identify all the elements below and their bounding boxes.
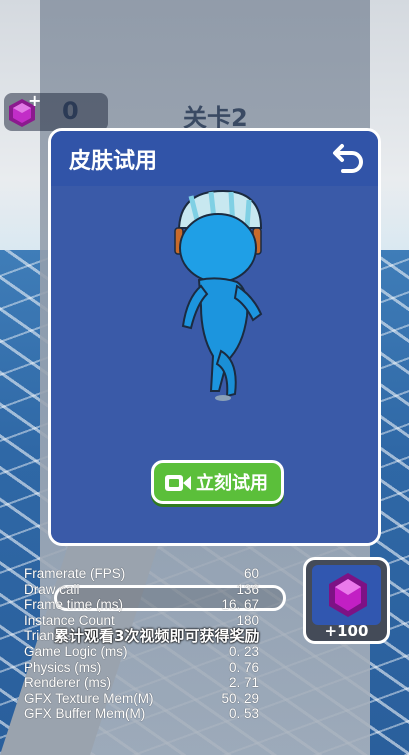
skin-trial-dialog: 皮肤试用 立刻试用 — [48, 128, 381, 546]
back-arrow-icon[interactable] — [332, 139, 368, 175]
video-camera-icon — [165, 475, 191, 491]
stat-row: Game Logic (ms) 0. 23 — [24, 643, 259, 659]
stat-row: Draw call 136 — [24, 581, 259, 597]
try-now-button[interactable]: 立刻试用 — [151, 460, 284, 504]
stat-row: Frame time (ms) 16. 67 — [24, 597, 259, 613]
gem-icon — [329, 573, 367, 617]
character-preview — [174, 189, 263, 401]
dialog-header: 皮肤试用 — [51, 131, 378, 186]
try-now-label: 立刻试用 — [196, 473, 268, 494]
gem-reward-badge[interactable]: +100 — [303, 557, 390, 644]
gem-count: 0 — [62, 97, 79, 125]
dialog-body: 立刻试用 — [51, 186, 378, 543]
reward-tip-text: 累计观看3次视频即可获得奖励 — [54, 627, 260, 645]
stat-row: GFX Buffer Mem(M) 0. 53 — [24, 706, 259, 722]
stat-row: Physics (ms) 0. 76 — [24, 659, 259, 675]
reward-amount: +100 — [324, 622, 369, 640]
gem-counter[interactable]: + 0 — [4, 91, 108, 131]
dialog-title: 皮肤试用 — [69, 149, 158, 174]
stat-row: Renderer (ms) 2. 71 — [24, 675, 259, 691]
plus-icon: + — [28, 91, 42, 110]
stat-row: Framerate (FPS) 60 — [24, 566, 259, 581]
stat-row: GFX Texture Mem(M) 50. 29 — [24, 690, 259, 706]
reward-gem-panel — [312, 565, 381, 625]
